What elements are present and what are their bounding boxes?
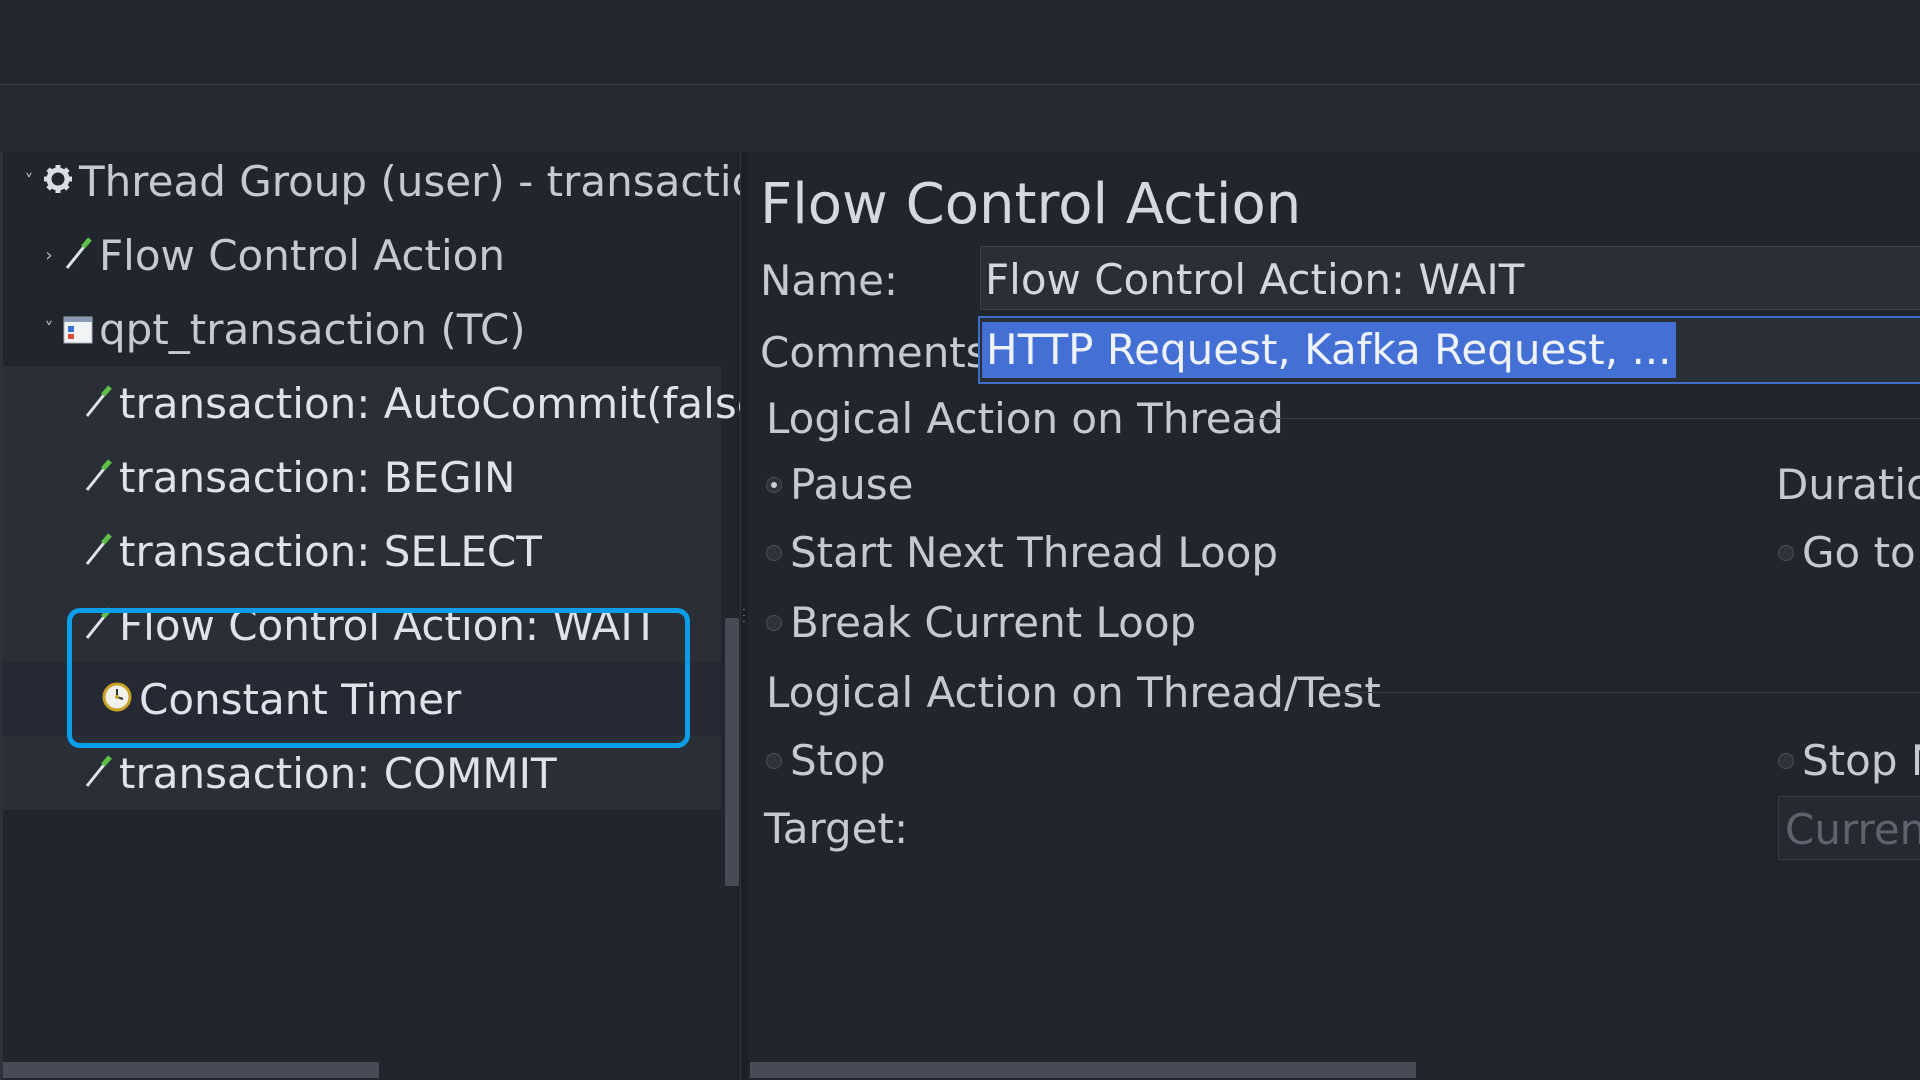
radio-icon[interactable] bbox=[766, 752, 782, 769]
tree-item-label: Thread Group (user) - transaction bbox=[79, 156, 784, 206]
name-label: Name: bbox=[760, 256, 899, 305]
radio-icon[interactable] bbox=[766, 614, 782, 631]
radio-stop-now[interactable]: Stop N bbox=[1778, 736, 1920, 785]
target-value: Current bbox=[1785, 805, 1920, 854]
radio-pause-label: Pause bbox=[790, 460, 914, 509]
name-value: Flow Control Action: WAIT bbox=[985, 255, 1525, 304]
radio-start-next-thread-loop[interactable]: Start Next Thread Loop bbox=[766, 528, 1278, 577]
radio-go-to[interactable]: Go to bbox=[1778, 528, 1916, 577]
form-horizontal-scrollbar-thumb[interactable] bbox=[750, 1062, 1416, 1078]
tree-item-flow-control-action[interactable]: › Flow Control Action bbox=[41, 218, 505, 292]
highlight-box bbox=[67, 608, 690, 748]
tree-item-label: transaction: AutoCommit(false) bbox=[119, 378, 779, 428]
tree-item-label: transaction: BEGIN bbox=[119, 452, 516, 502]
radio-stop-now-label: Stop N bbox=[1802, 736, 1920, 785]
duration-label: Duratio bbox=[1776, 460, 1920, 509]
tree-item-label: qpt_transaction (TC) bbox=[99, 304, 526, 354]
chevron-right-icon[interactable]: › bbox=[41, 245, 57, 266]
target-select[interactable]: Current bbox=[1778, 796, 1920, 860]
flow-control-form: Flow Control Action Name: Flow Control A… bbox=[748, 152, 1920, 1080]
gear-icon bbox=[41, 161, 75, 201]
tree-item-qpt-transaction[interactable]: ˅ qpt_transaction (TC) bbox=[41, 292, 526, 366]
comments-value: HTTP Request, Kafka Request, ... bbox=[982, 322, 1676, 378]
chevron-down-icon[interactable]: ˅ bbox=[41, 319, 57, 340]
radio-selected-icon[interactable] bbox=[766, 476, 782, 493]
page-title: Flow Control Action bbox=[760, 172, 1302, 237]
radio-pause[interactable]: Pause bbox=[766, 460, 914, 509]
tree-root-thread-group[interactable]: ˅ Thread Group (user) - transaction bbox=[21, 144, 784, 218]
tree-item-label: Flow Control Action bbox=[99, 230, 505, 280]
toolbar-strip bbox=[0, 85, 1920, 153]
radio-break-label: Break Current Loop bbox=[790, 598, 1197, 647]
radio-icon[interactable] bbox=[1778, 544, 1794, 561]
pipette-icon bbox=[81, 753, 115, 793]
pipette-icon bbox=[81, 531, 115, 571]
radio-start-next-label: Start Next Thread Loop bbox=[790, 528, 1279, 577]
tree-vertical-scrollbar[interactable] bbox=[724, 152, 740, 1080]
radio-break-current-loop[interactable]: Break Current Loop bbox=[766, 598, 1196, 647]
tree-item-label: transaction: COMMIT bbox=[119, 748, 557, 798]
top-toolbar bbox=[0, 0, 1920, 85]
section-test-title: Logical Action on Thread/Test bbox=[766, 668, 1381, 717]
radio-icon[interactable] bbox=[1778, 752, 1794, 769]
comments-field[interactable]: HTTP Request, Kafka Request, ... bbox=[978, 316, 1920, 384]
name-field[interactable]: Flow Control Action: WAIT bbox=[980, 246, 1920, 310]
comments-label: Comments: bbox=[760, 328, 1002, 377]
pipette-icon bbox=[81, 457, 115, 497]
section-thread-title: Logical Action on Thread bbox=[766, 394, 1284, 443]
section-divider bbox=[1340, 692, 1920, 693]
pipette-icon bbox=[61, 235, 95, 275]
tree-item-transaction-select[interactable]: transaction: SELECT bbox=[3, 514, 721, 588]
target-label: Target: bbox=[764, 804, 909, 853]
tree-item-transaction-begin[interactable]: transaction: BEGIN bbox=[3, 440, 721, 514]
tree-item-label: transaction: SELECT bbox=[119, 526, 542, 576]
radio-stop[interactable]: Stop bbox=[766, 736, 885, 785]
chevron-down-icon[interactable]: ˅ bbox=[21, 171, 37, 192]
section-divider bbox=[1240, 418, 1920, 419]
controller-icon bbox=[61, 309, 95, 349]
tree-vertical-scrollbar-thumb[interactable] bbox=[725, 618, 739, 886]
tree-item-transaction-autocommit[interactable]: transaction: AutoCommit(false) bbox=[3, 366, 779, 440]
radio-icon[interactable] bbox=[766, 544, 782, 561]
radio-stop-label: Stop bbox=[790, 736, 886, 785]
tree-horizontal-scrollbar-thumb[interactable] bbox=[3, 1062, 379, 1078]
splitter-grip-icon[interactable]: · · · bbox=[741, 606, 747, 628]
radio-goto-label: Go to bbox=[1802, 528, 1916, 577]
pipette-icon bbox=[81, 383, 115, 423]
